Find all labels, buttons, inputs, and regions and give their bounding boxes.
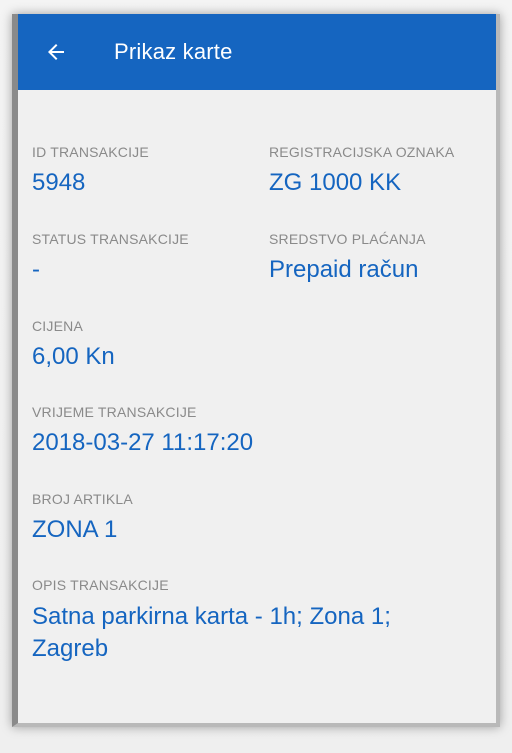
field-transaction-time: VRIJEME TRANSAKCIJE 2018-03-27 11:17:20 <box>32 404 253 458</box>
field-registration-plate: REGISTRACIJSKA OZNAKA ZG 1000 KK <box>269 144 454 198</box>
app-bar: Prikaz karte <box>18 14 496 90</box>
field-label: REGISTRACIJSKA OZNAKA <box>269 144 455 160</box>
field-value: ZONA 1 <box>32 516 118 543</box>
arrow-left-icon <box>48 44 64 60</box>
field-label: SREDSTVO PLAĆANJA <box>269 231 426 247</box>
field-payment-method: SREDSTVO PLAĆANJA Prepaid račun <box>269 231 426 285</box>
field-value: - <box>32 256 40 283</box>
field-article-number: BROJ ARTIKLA ZONA 1 <box>32 491 133 545</box>
field-value: 2018-03-27 11:17:20 <box>32 429 254 456</box>
field-price: CIJENA 6,00 Kn <box>32 318 115 372</box>
field-value: ZG 1000 KK <box>269 169 402 196</box>
field-label: CIJENA <box>32 318 83 334</box>
field-label: OPIS TRANSAKCIJE <box>32 577 169 593</box>
back-button[interactable] <box>26 14 86 90</box>
field-label: STATUS TRANSAKCIJE <box>32 231 189 247</box>
field-value: 6,00 Kn <box>32 343 115 370</box>
field-value: Prepaid račun <box>269 256 419 283</box>
field-value: Satna parkirna karta - 1h; Zona 1; Zagre… <box>32 603 391 662</box>
field-value: 5948 <box>32 169 86 196</box>
field-label: BROJ ARTIKLA <box>32 491 133 507</box>
field-transaction-id: ID TRANSAKCIJE 5948 <box>32 144 149 198</box>
field-transaction-status: STATUS TRANSAKCIJE - <box>32 231 189 285</box>
page-title: Prikaz karte <box>114 39 233 64</box>
field-transaction-description: OPIS TRANSAKCIJE Satna parkirna karta - … <box>32 577 472 665</box>
field-label: ID TRANSAKCIJE <box>32 144 149 160</box>
phone-screen: Prikaz karte ID TRANSAKCIJE 5948 REGISTR… <box>12 14 500 727</box>
screenshot-stage: Prikaz karte ID TRANSAKCIJE 5948 REGISTR… <box>0 0 512 753</box>
field-label: VRIJEME TRANSAKCIJE <box>32 404 197 420</box>
